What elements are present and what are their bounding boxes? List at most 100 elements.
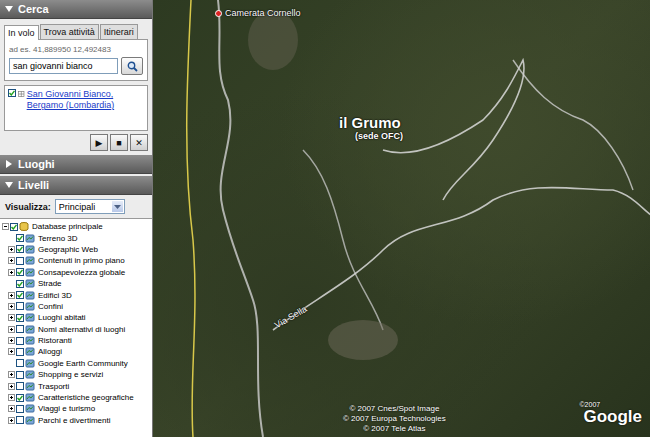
tree-row[interactable]: Trasporti bbox=[2, 380, 152, 391]
search-tab[interactable]: In volo bbox=[4, 25, 39, 40]
tree-row[interactable]: Luoghi abitati bbox=[2, 312, 152, 323]
tree-row[interactable]: Geographic Web bbox=[2, 244, 152, 255]
magnifier-icon bbox=[127, 61, 138, 72]
layer-checkbox[interactable] bbox=[16, 348, 24, 356]
dropdown-arrow-icon bbox=[114, 205, 121, 209]
tree-row[interactable]: Consapevolezza globale bbox=[2, 267, 152, 278]
layer-icon bbox=[25, 393, 35, 402]
layer-checkbox[interactable] bbox=[16, 359, 24, 367]
tree-row[interactable]: Viaggi e turismo bbox=[2, 403, 152, 414]
title-label[interactable]: il Grumo bbox=[339, 114, 401, 131]
layer-icon bbox=[25, 404, 35, 413]
tree-row[interactable]: Alloggi bbox=[2, 346, 152, 357]
search-button[interactable] bbox=[121, 57, 143, 75]
check-icon bbox=[17, 246, 23, 252]
view-label: Visualizza: bbox=[5, 202, 51, 212]
places-header[interactable]: Luoghi bbox=[0, 155, 152, 174]
layer-checkbox[interactable] bbox=[16, 405, 24, 413]
result-checkbox[interactable] bbox=[8, 89, 16, 97]
layer-checkbox[interactable] bbox=[16, 416, 24, 424]
search-tabs: In voloTrova attivitàItinerari bbox=[4, 24, 148, 39]
layers-panel: Visualizza: Principali Database principale… bbox=[0, 195, 152, 437]
tree-row[interactable]: Nomi alternativi di luoghi bbox=[2, 324, 152, 335]
copyright: © 2007 Cnes/Spot Image© 2007 Europa Tech… bbox=[343, 404, 446, 434]
layer-checkbox[interactable] bbox=[16, 337, 24, 345]
layer-icon bbox=[25, 234, 35, 243]
tree-row[interactable]: Confini bbox=[2, 301, 152, 312]
expand-icon[interactable] bbox=[8, 405, 15, 412]
layer-icon bbox=[25, 325, 35, 334]
check-icon bbox=[11, 224, 17, 230]
expand-icon[interactable] bbox=[8, 326, 15, 333]
layer-icon bbox=[25, 382, 35, 391]
search-input[interactable]: san giovanni bianco bbox=[9, 58, 118, 74]
layer-checkbox[interactable] bbox=[16, 302, 24, 310]
place-marker-icon[interactable] bbox=[215, 10, 222, 17]
tree-row[interactable]: Caratteristiche geografiche bbox=[2, 392, 152, 403]
layer-checkbox[interactable] bbox=[16, 268, 24, 276]
expand-icon[interactable] bbox=[8, 383, 15, 390]
layer-checkbox[interactable] bbox=[16, 291, 24, 299]
layer-checkbox[interactable] bbox=[16, 280, 24, 288]
search-tab[interactable]: Itinerari bbox=[100, 24, 138, 39]
layers-header[interactable]: Livelli bbox=[0, 176, 152, 195]
expand-icon[interactable] bbox=[8, 269, 15, 276]
search-results: San Giovanni Bianco, Bergamo (Lombardia) bbox=[4, 85, 148, 131]
layer-icon bbox=[25, 359, 35, 368]
layer-checkbox[interactable] bbox=[16, 371, 24, 379]
control-button[interactable]: ✕ bbox=[130, 134, 148, 151]
tree-row[interactable]: Contenuti in primo piano bbox=[2, 255, 152, 266]
expand-icon[interactable] bbox=[8, 314, 15, 321]
view-select[interactable]: Principali bbox=[55, 199, 125, 214]
expand-icon[interactable] bbox=[8, 371, 15, 378]
layer-icon bbox=[25, 370, 35, 379]
roads-icon bbox=[153, 0, 650, 437]
layer-checkbox[interactable] bbox=[10, 223, 18, 231]
tree-row[interactable]: Shopping e servizi bbox=[2, 369, 152, 380]
expand-icon[interactable] bbox=[8, 246, 15, 253]
layer-checkbox[interactable] bbox=[16, 394, 24, 402]
tree-row[interactable]: Parchi e divertimenti bbox=[2, 415, 152, 426]
tree-row[interactable]: Terreno 3D bbox=[2, 232, 152, 243]
database-icon bbox=[19, 222, 29, 231]
tree-row[interactable]: Ristoranti bbox=[2, 335, 152, 346]
expand-icon[interactable] bbox=[8, 394, 15, 401]
layer-icon bbox=[25, 416, 35, 425]
layer-icon bbox=[25, 245, 35, 254]
subtitle-label[interactable]: (sede OFC) bbox=[355, 131, 403, 141]
layer-checkbox[interactable] bbox=[16, 257, 24, 265]
layer-checkbox[interactable] bbox=[16, 314, 24, 322]
expand-icon[interactable] bbox=[8, 417, 15, 424]
layer-checkbox[interactable] bbox=[16, 325, 24, 333]
tree-row[interactable]: Google Earth Community bbox=[2, 358, 152, 369]
layer-checkbox[interactable] bbox=[16, 234, 24, 242]
road-label[interactable]: Via Sella bbox=[273, 304, 309, 330]
expand-icon[interactable] bbox=[8, 257, 15, 264]
tab-panel: ad es. 41,889950 12,492483 san giovanni b… bbox=[4, 39, 148, 81]
map-view[interactable]: Camerata Cornello il Grumo(sede OFC) Via S… bbox=[153, 0, 650, 437]
tree-row[interactable]: Database principale bbox=[2, 221, 152, 232]
tree-row[interactable]: Strade bbox=[2, 278, 152, 289]
town-label[interactable]: Camerata Cornello bbox=[215, 8, 301, 18]
toggle-icon bbox=[5, 182, 13, 188]
expand-icon[interactable] bbox=[8, 348, 15, 355]
search-tab[interactable]: Trova attività bbox=[40, 24, 99, 39]
search-header[interactable]: Cerca bbox=[0, 0, 152, 19]
layer-icon bbox=[25, 336, 35, 345]
result-row[interactable]: San Giovanni Bianco, Bergamo (Lombardia) bbox=[8, 89, 144, 111]
search-hint: ad es. 41,889950 12,492483 bbox=[9, 45, 143, 54]
layer-icon bbox=[25, 302, 35, 311]
expand-icon[interactable] bbox=[8, 292, 15, 299]
layer-icon bbox=[25, 279, 35, 288]
expand-icon[interactable] bbox=[8, 303, 15, 310]
placemark-icon bbox=[18, 89, 25, 99]
result-link[interactable]: San Giovanni Bianco, Bergamo (Lombardia) bbox=[27, 89, 144, 111]
control-button[interactable]: ■ bbox=[110, 134, 128, 151]
expand-icon[interactable] bbox=[8, 337, 15, 344]
control-button[interactable]: ▶ bbox=[90, 134, 108, 151]
layer-checkbox[interactable] bbox=[16, 245, 24, 253]
tree-row[interactable]: Edifici 3D bbox=[2, 289, 152, 300]
collapse-icon[interactable] bbox=[2, 223, 9, 230]
tour-controls: ▶■✕ bbox=[4, 131, 148, 153]
layer-checkbox[interactable] bbox=[16, 382, 24, 390]
